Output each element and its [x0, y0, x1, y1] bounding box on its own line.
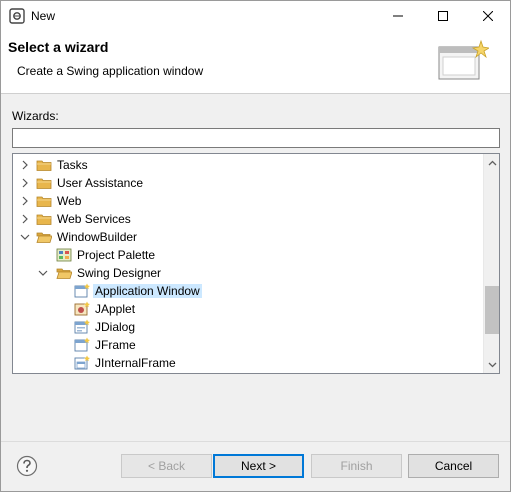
- tree-item-project-palette[interactable]: Project Palette: [13, 246, 483, 264]
- tree-vertical-scrollbar[interactable]: [483, 154, 499, 373]
- jinternalframe-icon: [74, 355, 90, 370]
- tree-item-label: JDialog: [95, 320, 136, 334]
- chevron-right-icon[interactable]: [20, 196, 30, 206]
- next-button[interactable]: Next >: [213, 454, 304, 478]
- tree-item-web[interactable]: Web: [13, 192, 483, 210]
- finish-button[interactable]: Finish: [311, 454, 402, 478]
- tree-item-japplet[interactable]: JApplet: [13, 300, 483, 318]
- folder-icon: [36, 178, 52, 189]
- tree-item-label: Web: [57, 194, 82, 208]
- tree-item-label: Swing Designer: [77, 266, 162, 280]
- jdialog-icon: [74, 319, 90, 334]
- help-icon[interactable]: [16, 455, 38, 477]
- tree-item-application-window[interactable]: Application Window: [13, 282, 483, 300]
- wizard-filter-input[interactable]: [12, 128, 500, 148]
- tree-item-label: Project Palette: [77, 248, 156, 262]
- tree-item-jinternalframe[interactable]: JInternalFrame: [13, 354, 483, 372]
- minimize-button[interactable]: [376, 1, 420, 31]
- scroll-down-button[interactable]: [484, 356, 499, 373]
- palette-icon: [56, 248, 72, 262]
- tree-item-label: JFrame: [95, 338, 136, 352]
- application-window-icon: [74, 283, 90, 298]
- chevron-down-icon[interactable]: [38, 268, 48, 278]
- tree-item-label: User Assistance: [57, 176, 144, 190]
- folder-open-icon: [36, 232, 52, 243]
- tree-item-label: JApplet: [95, 302, 136, 316]
- tree-item-windowbuilder[interactable]: WindowBuilder: [13, 228, 483, 246]
- close-button[interactable]: [466, 1, 510, 31]
- tree-item-label: WindowBuilder: [57, 230, 138, 244]
- new-wizard-dialog: New Select a wizard Create a Swing appli…: [0, 0, 511, 492]
- tree-item-label: Application Window: [93, 284, 202, 298]
- tree-item-label: Web Services: [57, 212, 131, 226]
- tree-item-jframe[interactable]: JFrame: [13, 336, 483, 354]
- footer-separator: [1, 441, 510, 442]
- folder-icon: [36, 214, 52, 225]
- minimize-icon: [393, 15, 403, 17]
- tree-item-tasks[interactable]: Tasks: [13, 156, 483, 174]
- chevron-right-icon[interactable]: [20, 178, 30, 188]
- maximize-icon: [438, 11, 448, 21]
- close-icon: [483, 11, 493, 21]
- folder-open-icon: [56, 268, 72, 279]
- folder-icon: [36, 196, 52, 207]
- wizard-tree[interactable]: Tasks User Assistance Web Web Services W…: [12, 153, 500, 374]
- tree-item-user-assistance[interactable]: User Assistance: [13, 174, 483, 192]
- wizard-banner: Select a wizard Create a Swing applicati…: [1, 31, 510, 94]
- tree-item-jdialog[interactable]: JDialog: [13, 318, 483, 336]
- back-button[interactable]: < Back: [121, 454, 212, 478]
- wizard-window-graphic-icon: [438, 39, 489, 80]
- cancel-button[interactable]: Cancel: [408, 454, 499, 478]
- scroll-thumb[interactable]: [485, 286, 499, 334]
- japplet-icon: [74, 301, 90, 316]
- banner-description: Create a Swing application window: [17, 64, 204, 78]
- folder-icon: [36, 160, 52, 171]
- tree-item-swing-designer[interactable]: Swing Designer: [13, 264, 483, 282]
- tree-item-web-services[interactable]: Web Services: [13, 210, 483, 228]
- scroll-up-button[interactable]: [484, 154, 499, 171]
- wizards-label: Wizards:: [12, 109, 59, 123]
- chevron-right-icon[interactable]: [20, 214, 30, 224]
- chevron-down-icon: [488, 362, 497, 367]
- eclipse-icon: [9, 8, 25, 24]
- chevron-right-icon[interactable]: [20, 160, 30, 170]
- jframe-icon: [74, 337, 90, 352]
- window-title: New: [31, 9, 56, 23]
- maximize-button[interactable]: [421, 1, 465, 31]
- chevron-up-icon: [488, 160, 497, 165]
- title-bar: New: [1, 1, 510, 31]
- chevron-down-icon[interactable]: [20, 232, 30, 242]
- banner-title: Select a wizard: [8, 39, 109, 55]
- tree-item-label: JInternalFrame: [95, 356, 176, 370]
- tree-item-label: Tasks: [57, 158, 88, 172]
